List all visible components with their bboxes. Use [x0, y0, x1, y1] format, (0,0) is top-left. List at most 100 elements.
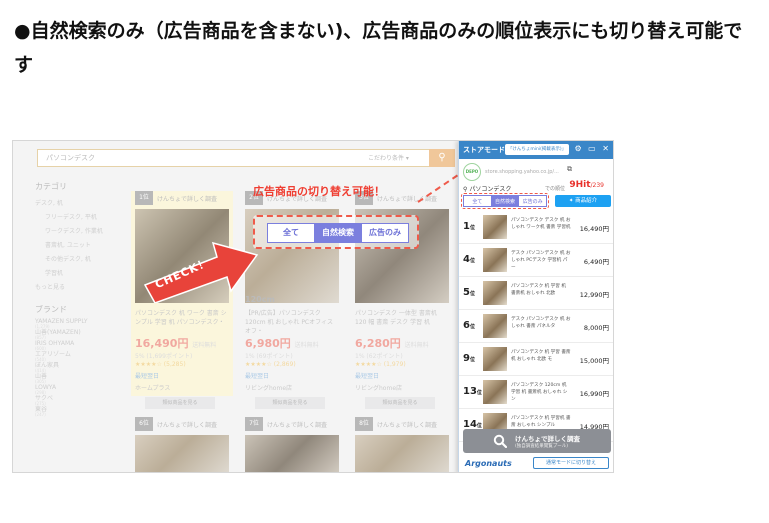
category-item[interactable]: その他デスク, 机	[35, 254, 125, 268]
screenshot-frame: パソコンデスク こだわり条件 ▾ ⚲ カテゴリ デスク, 机 フリーデスク, 平…	[12, 140, 614, 473]
brand-count: (414)	[35, 368, 46, 373]
product-card[interactable]: 6位 けんちょで詳しく調査	[131, 417, 233, 472]
rank-number: 4位	[463, 254, 475, 265]
zoomed-mode-toggle[interactable]: 全て 自然検索 広告のみ	[267, 223, 409, 243]
product-title[interactable]: パソコンデスク 一体型 書斎机 120 幅 書斎 デスク 学習 机	[355, 309, 449, 327]
toggle-all[interactable]: 全て	[268, 224, 314, 242]
site-search-bar[interactable]: パソコンデスク こだわり条件 ▾ ⚲	[37, 149, 455, 167]
product-price: 6,980円 送料無料	[245, 337, 319, 350]
detail-research-label: けんちょで詳しく調査	[515, 435, 580, 443]
product-shop[interactable]: ホームプラス	[135, 383, 170, 392]
rank-product-image[interactable]	[483, 347, 507, 371]
store-mode-panel: ストアモード： 「けんちょmini(掲載表示)」 ⚙ ▭ ✕ DEPO stor…	[458, 141, 613, 472]
brand-count: (275)	[35, 401, 46, 406]
rank-product-title[interactable]: デスク パソコンデスク 机 おしゃれ PCデスク 学習机 パー	[511, 250, 571, 272]
switch-mode-button[interactable]: 通常モードに切り替え	[533, 457, 609, 469]
product-rating: ★★★★☆ (5,285)	[135, 361, 186, 368]
category-more-link[interactable]: もっと見る	[35, 282, 125, 296]
search-icon: ⚲	[438, 152, 446, 163]
rank-product-title[interactable]: デスク パソコンデスク 机 おしゃれ 書斎 パネルタ	[511, 316, 571, 338]
product-points: 5% (1,699ポイント)	[135, 353, 193, 360]
rank-row[interactable]: 13位 パソコンデスク 120cm 机 学習 机 書斎机 おしゃれ シン 16,99…	[459, 376, 613, 409]
rank-number: 6位	[463, 320, 475, 331]
product-title[interactable]: パソコンデスク 机 ワーク 書斎 シンプル 学習 机 パソコンデスク・	[135, 309, 229, 327]
category-item[interactable]: ワークデスク, 作業机	[35, 226, 125, 240]
rank-product-title[interactable]: パソコンデスク 120cm 机 学習 机 書斎机 おしゃれ シン	[511, 382, 571, 404]
tweet-button[interactable]: ✦ 商品紹介	[555, 195, 611, 207]
similar-items-button[interactable]: 類似商品を見る	[365, 397, 435, 409]
rank-row[interactable]: 1位 パソコンデスク デスク 机 おしゃれ ワーク机 書斎 学習机 16,490円	[459, 211, 613, 244]
brand-item[interactable]: サクベ (275)	[35, 396, 125, 407]
product-shipping: 最短翌日	[245, 373, 270, 380]
rank-product-title[interactable]: パソコンデスク 机 学習 書斎机 おしゃれ 北欧 モ	[511, 349, 571, 371]
product-card[interactable]: 8位 けんちょで詳しく調査	[351, 417, 453, 472]
toggle-organic[interactable]: 自然検索	[314, 224, 361, 242]
rank-product-price: 16,990円	[579, 390, 609, 398]
rank-product-price: 12,990円	[579, 291, 609, 299]
rank-number: 13位	[463, 386, 482, 397]
rank-product-image[interactable]	[483, 314, 507, 338]
rank-product-image[interactable]	[483, 248, 507, 272]
rank-tag: 1位	[135, 191, 153, 205]
brand-heading: ブランド	[35, 305, 67, 314]
similar-items-button[interactable]: 類似商品を見る	[145, 397, 215, 409]
site-search-input[interactable]: パソコンデスク	[46, 153, 95, 163]
rank-product-price: 8,000円	[583, 324, 609, 332]
category-heading: カテゴリ	[35, 182, 67, 191]
argonauts-logo: Argonauts	[465, 459, 512, 468]
callout-text: 広告商品の切り替え可能！	[253, 185, 385, 198]
product-points: 1% (69ポイント)	[245, 353, 293, 360]
rank-product-title[interactable]: パソコンデスク デスク 机 おしゃれ ワーク机 書斎 学習机	[511, 217, 571, 239]
category-item[interactable]: フリーデスク, 平机	[35, 212, 125, 226]
external-link-icon[interactable]: ⧉	[567, 165, 572, 174]
rank-row[interactable]: 6位 デスク パソコンデスク 机 おしゃれ 書斎 パネルタ 8,000円	[459, 310, 613, 343]
rank-product-image[interactable]	[483, 380, 507, 404]
rank-product-image[interactable]	[483, 215, 507, 239]
mode-toggle[interactable]: 全て 自然検索 広告のみ	[463, 195, 548, 207]
research-link[interactable]: けんちょで詳しく調査	[377, 420, 437, 429]
product-image[interactable]	[135, 435, 229, 472]
product-image[interactable]	[245, 435, 339, 472]
rank-row[interactable]: 5位 パソコンデスク 机 学習 机 書斎机 おしゃれ 北欧 12,990円	[459, 277, 613, 310]
product-price: 6,280円 送料無料	[355, 337, 429, 350]
product-rating: ★★★★☆ (1,979)	[355, 361, 406, 368]
product-card[interactable]: 7位 けんちょで詳しく調査	[241, 417, 343, 472]
toggle-organic[interactable]: 自然検索	[491, 195, 520, 207]
hit-count: 9Hit/239	[569, 180, 604, 190]
toggle-ads-only[interactable]: 広告のみ	[519, 195, 548, 207]
rank-product-price: 16,490円	[579, 225, 609, 233]
category-item[interactable]: デスク, 机	[35, 198, 125, 212]
rank-product-price: 6,490円	[583, 258, 609, 266]
zoomed-toggle-highlight: 全て 自然検索 広告のみ	[253, 215, 419, 249]
toggle-ads-only[interactable]: 広告のみ	[361, 224, 408, 242]
panel-window-icons[interactable]: ⚙ ▭ ✕	[574, 144, 611, 153]
rank-product-image[interactable]	[483, 281, 507, 305]
rank-row[interactable]: 4位 デスク パソコンデスク 机 おしゃれ PCデスク 学習机 パー 6,490円	[459, 244, 613, 277]
category-item[interactable]: 書斎机, ユニット	[35, 240, 125, 254]
rank-tag: 6位	[135, 417, 153, 431]
magnifier-icon	[493, 434, 507, 448]
research-link[interactable]: けんちょで詳しく調査	[157, 194, 217, 203]
brand-item[interactable]: ぼん家具 (414)	[35, 363, 125, 374]
detail-research-sub: (独自調査結果閲覧プール)	[515, 444, 569, 449]
product-shop[interactable]: リビングhome店	[245, 383, 292, 392]
category-item[interactable]: 学習机	[35, 268, 125, 282]
product-shop[interactable]: リビングhome店	[355, 383, 402, 392]
similar-items-button[interactable]: 類似商品を見る	[255, 397, 325, 409]
rank-product-title[interactable]: パソコンデスク 机 学習 机 書斎机 おしゃれ 北欧	[511, 283, 571, 305]
research-link[interactable]: けんちょで詳しく調査	[267, 420, 327, 429]
product-shipping: 最短翌日	[355, 373, 380, 380]
site-search-button[interactable]: ⚲	[429, 149, 455, 167]
brand-item[interactable]: 東谷 (247)	[35, 407, 125, 418]
detail-research-button[interactable]: けんちょで詳しく調査 (独自調査結果閲覧プール)	[463, 429, 611, 453]
research-link[interactable]: けんちょで詳しく調査	[157, 420, 217, 429]
rank-row[interactable]: 9位 パソコンデスク 机 学習 書斎机 おしゃれ 北欧 モ 15,000円	[459, 343, 613, 376]
product-image[interactable]	[355, 435, 449, 472]
rank-number: 9位	[463, 353, 475, 364]
rank-number: 1位	[463, 221, 475, 232]
toggle-all[interactable]: 全て	[463, 195, 492, 207]
rank-number: 5位	[463, 287, 475, 298]
site-search-filter[interactable]: こだわり条件 ▾	[368, 153, 409, 162]
product-title[interactable]: 【PR/広告】パソコンデスク 120cm 机 おしゃれ PCオフィス オフ・	[245, 309, 339, 336]
site-sidebar: カテゴリ デスク, 机 フリーデスク, 平机 ワークデスク, 作業机 書斎机, …	[35, 181, 125, 418]
